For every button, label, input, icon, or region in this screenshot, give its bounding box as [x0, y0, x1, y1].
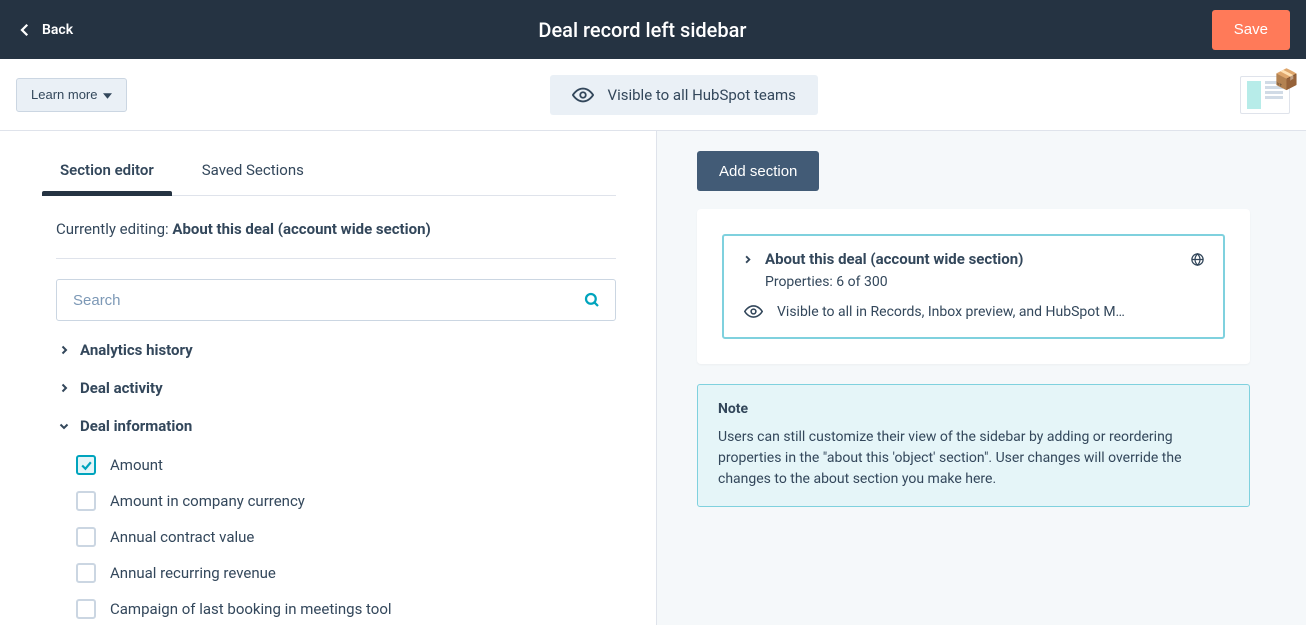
tab-saved-sections[interactable]: Saved Sections	[198, 151, 308, 195]
top-bar: Back Deal record left sidebar Save	[0, 0, 1306, 59]
group-label: Deal information	[80, 417, 192, 435]
section-card-properties: Properties: 6 of 300	[765, 274, 1205, 290]
note-title: Note	[718, 401, 1229, 417]
right-panel: Add section About this deal (account wid…	[657, 131, 1306, 625]
chevron-left-icon	[16, 21, 34, 39]
property-amount-company-currency[interactable]: Amount in company currency	[76, 483, 616, 519]
section-frame: About this deal (account wide section) P…	[697, 209, 1250, 364]
property-label: Amount	[110, 456, 163, 474]
currently-editing: Currently editing: About this deal (acco…	[56, 220, 616, 238]
section-card[interactable]: About this deal (account wide section) P…	[722, 234, 1225, 339]
note-box: Note Users can still customize their vie…	[697, 384, 1250, 507]
property-annual-contract-value[interactable]: Annual contract value	[76, 519, 616, 555]
globe-icon	[1190, 252, 1205, 267]
section-card-visibility-text: Visible to all in Records, Inbox preview…	[777, 304, 1125, 320]
section-card-visibility: Visible to all in Records, Inbox preview…	[744, 302, 1205, 321]
chevron-right-icon	[58, 382, 70, 394]
divider	[56, 258, 616, 259]
property-label: Annual recurring revenue	[110, 564, 276, 582]
left-panel: Section editor Saved Sections Currently …	[0, 131, 657, 625]
chevron-right-icon	[742, 254, 753, 265]
section-card-title: About this deal (account wide section)	[765, 250, 1023, 268]
main: Section editor Saved Sections Currently …	[0, 131, 1306, 625]
eye-icon	[572, 84, 594, 106]
group-label: Deal activity	[80, 379, 163, 397]
tabs: Section editor Saved Sections	[56, 151, 616, 196]
learn-more-label: Learn more	[31, 87, 97, 102]
back-button[interactable]: Back	[16, 21, 73, 39]
group-label: Analytics history	[80, 341, 193, 359]
checkbox-unchecked[interactable]	[76, 527, 96, 547]
group-deal-information[interactable]: Deal information	[56, 407, 616, 445]
group-analytics-history[interactable]: Analytics history	[56, 331, 616, 369]
search-icon	[583, 291, 601, 309]
back-label: Back	[42, 22, 73, 38]
checkbox-unchecked[interactable]	[76, 491, 96, 511]
property-label: Amount in company currency	[110, 492, 305, 510]
property-campaign-last-booking[interactable]: Campaign of last booking in meetings too…	[76, 591, 616, 627]
chevron-right-icon	[58, 344, 70, 356]
sub-bar: Learn more Visible to all HubSpot teams …	[0, 59, 1306, 131]
eye-icon	[744, 302, 763, 321]
layout-preview-icon: 📦	[1240, 76, 1290, 114]
visibility-chip[interactable]: Visible to all HubSpot teams	[550, 75, 818, 115]
property-annual-recurring-revenue[interactable]: Annual recurring revenue	[76, 555, 616, 591]
note-body: Users can still customize their view of …	[718, 427, 1229, 490]
currently-editing-name: About this deal (account wide section)	[172, 220, 430, 238]
add-section-button[interactable]: Add section	[697, 151, 819, 191]
tab-section-editor[interactable]: Section editor	[56, 151, 158, 195]
checkbox-checked[interactable]	[76, 455, 96, 475]
search-input[interactable]	[71, 291, 583, 310]
property-list: Amount Amount in company currency Annual…	[76, 447, 616, 627]
property-label: Campaign of last booking in meetings too…	[110, 600, 392, 618]
currently-editing-label: Currently editing:	[56, 220, 172, 238]
chevron-down-icon	[58, 420, 70, 432]
learn-more-button[interactable]: Learn more	[16, 78, 127, 112]
page-title: Deal record left sidebar	[538, 18, 746, 42]
caret-down-icon	[103, 93, 112, 99]
search-box[interactable]	[56, 279, 616, 321]
property-label: Annual contract value	[110, 528, 254, 546]
save-button[interactable]: Save	[1212, 10, 1290, 50]
visibility-label: Visible to all HubSpot teams	[608, 86, 796, 104]
checkbox-unchecked[interactable]	[76, 599, 96, 619]
property-group-list: Analytics history Deal activity Deal inf…	[56, 331, 616, 627]
group-deal-activity[interactable]: Deal activity	[56, 369, 616, 407]
property-amount[interactable]: Amount	[76, 447, 616, 483]
checkbox-unchecked[interactable]	[76, 563, 96, 583]
